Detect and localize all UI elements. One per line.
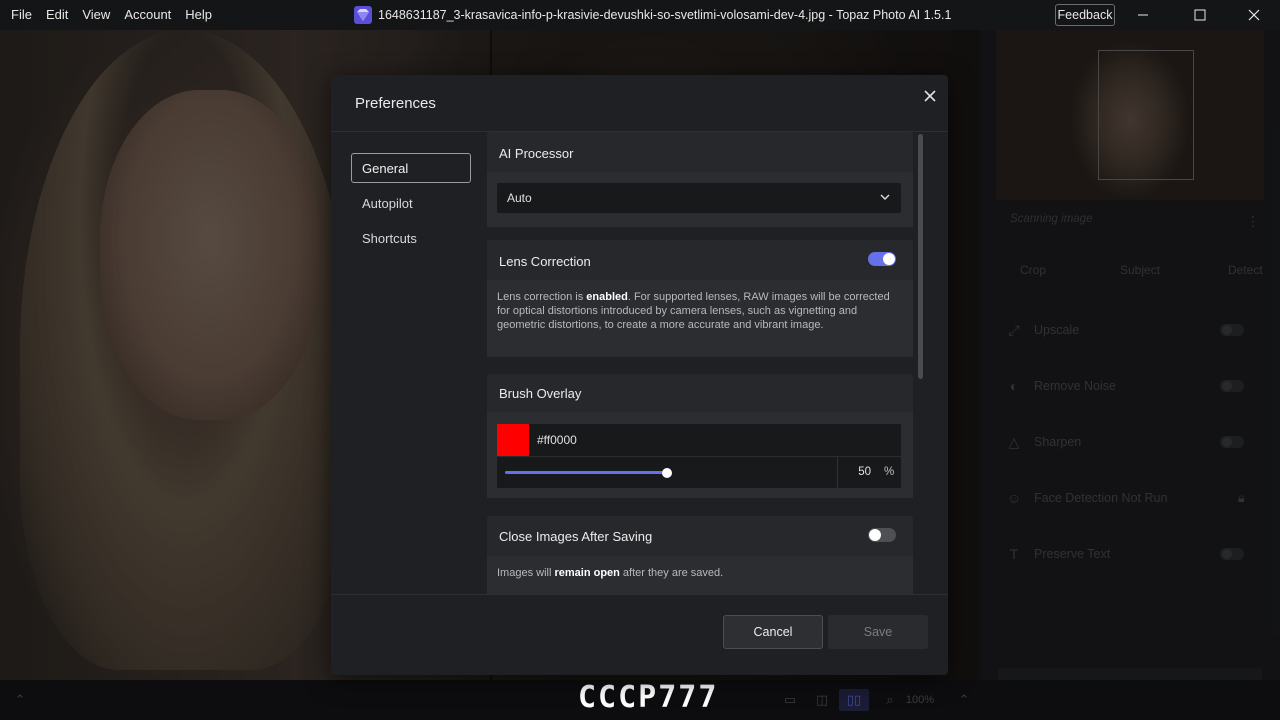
save-button[interactable]: Save [828,615,928,649]
menu-bar: File Edit View Account Help [0,0,219,30]
nav-shortcuts[interactable]: Shortcuts [351,223,471,253]
cancel-button[interactable]: Cancel [723,615,823,649]
lens-correction-description: Lens correction is enabled. For supporte… [497,291,890,331]
preferences-nav: General Autopilot Shortcuts [351,153,471,258]
menu-view[interactable]: View [75,0,117,30]
lens-correction-body: Lens correction is enabled. For supporte… [487,280,913,357]
ai-processor-select[interactable]: Auto [497,183,901,213]
window-title: 1648631187_3-krasavica-info-p-krasivie-d… [354,0,951,30]
close-icon[interactable] [1231,0,1277,30]
slider-track[interactable] [505,471,667,474]
lens-correction-toggle[interactable] [868,252,896,266]
slider-separator [837,457,838,488]
brush-overlay-heading: Brush Overlay [499,386,582,401]
percent-unit: % [884,466,895,478]
brush-color-swatch[interactable] [497,424,529,456]
lens-correction-heading: Lens Correction [499,254,591,269]
scrollbar-thumb[interactable] [918,134,923,379]
close-after-saving-toggle[interactable] [868,528,896,542]
minimize-icon[interactable] [1120,0,1166,30]
watermark: CCCP777 [578,680,719,715]
menu-file[interactable]: File [4,0,39,30]
preferences-content: AI Processor Auto Lens Correction Lens c… [487,132,913,594]
brush-overlay-body: #ff0000 50 % [487,412,913,498]
ai-processor-body: Auto [487,172,913,227]
dialog-footer-divider [331,594,948,595]
brush-opacity-value[interactable]: 50 [849,466,871,478]
close-after-saving-heading: Close Images After Saving [499,529,653,544]
lens-correction-card: Lens Correction Lens correction is enabl… [487,240,913,357]
toggle-knob [869,529,881,541]
ai-processor-heading: AI Processor [499,146,574,161]
chevron-down-icon [880,194,890,200]
dialog-title: Preferences [355,95,436,112]
brush-opacity-slider[interactable]: 50 % [497,457,901,488]
menu-help[interactable]: Help [178,0,219,30]
menu-edit[interactable]: Edit [39,0,75,30]
maximize-icon[interactable] [1177,0,1223,30]
topaz-logo-icon [354,6,372,24]
brush-overlay-card: Brush Overlay #ff0000 50 % [487,374,913,498]
close-after-saving-card: Close Images After Saving Images will re… [487,516,913,594]
menu-account[interactable]: Account [117,0,178,30]
ai-processor-value: Auto [507,191,532,205]
dialog-close-icon[interactable] [919,85,941,107]
close-after-saving-body: Images will remain open after they are s… [487,556,913,594]
nav-general[interactable]: General [351,153,471,183]
nav-autopilot[interactable]: Autopilot [351,188,471,218]
content-scrollbar[interactable] [916,132,924,594]
toggle-knob [883,253,895,265]
title-bar: File Edit View Account Help 1648631187_3… [0,0,1280,30]
feedback-button[interactable]: Feedback [1055,4,1115,26]
slider-thumb[interactable] [662,468,672,478]
brush-color-hex[interactable]: #ff0000 [537,433,577,447]
window-title-text: 1648631187_3-krasavica-info-p-krasivie-d… [378,8,952,22]
brush-color-field[interactable]: #ff0000 [497,424,901,456]
preferences-dialog: Preferences General Autopilot Shortcuts … [331,75,948,675]
close-after-saving-description: Images will remain open after they are s… [497,567,724,579]
ai-processor-card: AI Processor Auto [487,132,913,227]
